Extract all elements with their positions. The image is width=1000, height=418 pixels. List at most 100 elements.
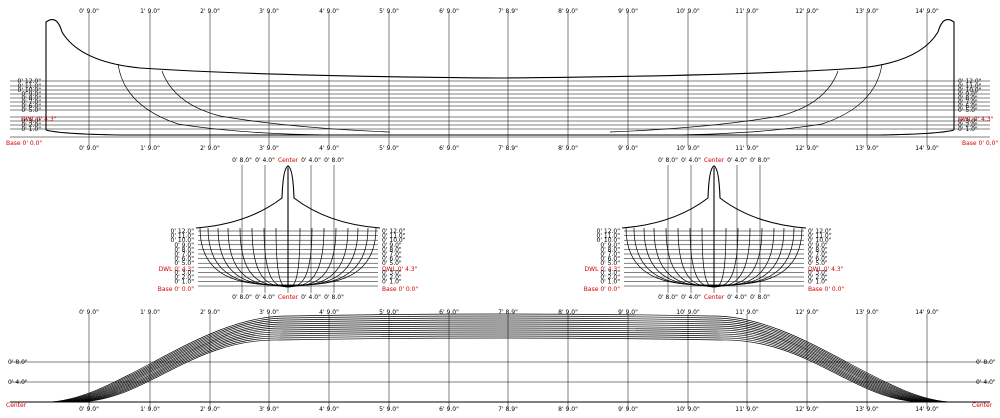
offset-label: 0' 4.0" [255,294,275,301]
offset-label: 0' 8.0" [658,157,678,164]
body-plan-right: 0' 8.0" 0' 4.0" Center 0' 4.0" 0' 8.0"0' 8.0… [584,157,845,301]
offset-label: 0' 8.0" [324,157,344,164]
station-label: 0' 9.0" [79,8,99,15]
profile-waterline-labels-left: 0' 12.0"0' 11.0"0' 10.0"0' 9.0"0' 8.0"0'… [6,78,57,147]
offset-label: 0' 8.0" [658,294,678,301]
station-label: 14' 9.0" [915,406,939,413]
offset-label: 0' 8.0" [750,294,770,301]
waterline-curve [63,327,937,403]
center-label: Center [704,294,725,301]
center-label: Center [704,157,725,164]
offset-label: 0' 4.0" [976,379,996,386]
station-label: 11' 9.0" [735,145,759,152]
base-label: Base 0' 0.0" [158,286,194,293]
station-label: 13' 9.0" [855,8,879,15]
station-label: 7' 8.9" [498,145,518,152]
station-label: 3' 9.0" [259,309,279,316]
station-label: 8' 9.0" [558,406,578,413]
waterline-label: 0' 1.0" [958,126,978,133]
station-label: 9' 9.0" [618,145,638,152]
offset-label: 0' 4.0" [727,294,747,301]
station-label: 3' 9.0" [259,406,279,413]
offset-label: 0' 4.0" [255,157,275,164]
waterline-label: 0' 1.0" [174,279,194,286]
station-label: 10' 9.0" [676,406,700,413]
lines-drawing: 0' 9.0" 1' 9.0" 2' 9.0" 3' 9.0" 4' 9.0" 5' 9.… [6,8,998,413]
station-label: 8' 9.0" [558,8,578,15]
station-label: 10' 9.0" [676,8,700,15]
station-label: 12' 9.0" [795,8,819,15]
station-label: 8' 9.0" [558,145,578,152]
center-label: Center [278,157,299,164]
profile-station-labels-top: 0' 9.0" 1' 9.0" 2' 9.0" 3' 9.0" 4' 9.0" 5' 9.… [79,8,939,15]
plan-view: 0' 9.0" 0' 9.0" 1' 9.0" 1' 9.0" 2' 9.0" 2' 9.… [6,309,996,413]
station-label: 4' 9.0" [319,145,339,152]
station-label: 1' 9.0" [140,145,160,152]
offset-label: 0' 8.0" [976,359,996,366]
center-label: Center [6,402,27,409]
waterline-curve [45,313,955,403]
station-label: 6' 9.0" [439,145,459,152]
station-label: 11' 9.0" [735,8,759,15]
station-label: 14' 9.0" [915,8,939,15]
base-label: Base 0' 0.0" [962,140,998,147]
station-label: 12' 9.0" [795,406,819,413]
station-label: 7' 8.9" [498,406,518,413]
offset-label: 0' 8.0" [232,294,252,301]
profile-waterline-labels-right: 0' 12.0"0' 11.0"0' 10.0"0' 9.0"0' 8.0"0'… [958,78,998,147]
offset-label: 0' 4.0" [301,294,321,301]
offset-label: 0' 8.0" [324,294,344,301]
center-label: Center [972,402,993,409]
center-label: Center [278,294,299,301]
station-label: 9' 9.0" [618,8,638,15]
waterline-label: 0' 5.0" [21,107,41,114]
station-label: 6' 9.0" [439,406,459,413]
offset-label: 0' 8.0" [232,157,252,164]
waterline-curve [73,335,927,403]
waterline-label: 0' 5.0" [958,107,978,114]
base-label: Base 0' 0.0" [6,140,42,147]
station-label: 2' 9.0" [200,145,220,152]
station-label: 0' 9.0" [79,145,99,152]
body-plan-sections [621,165,807,288]
station-label: 2' 9.0" [200,8,220,15]
station-label: 5' 9.0" [379,8,399,15]
plan-waterlines [45,313,955,403]
buttock-line [161,70,391,133]
buttock-line [609,70,839,133]
station-label: 13' 9.0" [855,406,879,413]
station-label: 11' 9.0" [735,406,759,413]
offset-label: 0' 4.0" [681,294,701,301]
offset-label: 0' 4.0" [727,157,747,164]
station-label: 8' 9.0" [558,309,578,316]
keel-line [45,129,955,136]
station-label: 3' 9.0" [259,145,279,152]
waterline-label: 0' 1.0" [600,279,620,286]
station-label: 14' 9.0" [915,145,939,152]
offset-label: 0' 8.0" [750,157,770,164]
offset-label: 0' 4.0" [8,379,28,386]
station-label: 3' 9.0" [259,8,279,15]
station-label: 11' 9.0" [735,309,759,316]
station-label: 12' 9.0" [795,309,819,316]
station-label: 4' 9.0" [319,309,339,316]
base-label: Base 0' 0.0" [382,286,418,293]
plan-labels: 0' 9.0" 0' 9.0" 1' 9.0" 1' 9.0" 2' 9.0" 2' 9.… [6,309,996,413]
profile-grid [10,12,990,146]
base-label: Base 0' 0.0" [584,286,620,293]
waterline-label: 0' 1.0" [21,126,41,133]
body-plan-left: 0' 8.0" 0' 4.0" Center 0' 4.0" 0' 8.0"0' 8.0… [158,157,419,301]
waterline-curve [65,329,935,403]
waterline-curve [70,333,930,403]
station-label: 5' 9.0" [379,406,399,413]
sheer-line [45,19,955,130]
station-label: 13' 9.0" [855,309,879,316]
station-label: 1' 9.0" [140,309,160,316]
profile-station-labels-bottom: 0' 9.0" 1' 9.0" 2' 9.0" 3' 9.0" 4' 9.0" 5' 9.… [79,145,939,152]
waterline-label: 0' 1.0" [808,279,828,286]
body-plan-sections [195,165,381,288]
station-label: 12' 9.0" [795,145,819,152]
station-label: 10' 9.0" [676,309,700,316]
station-label: 2' 9.0" [200,406,220,413]
offset-label: 0' 8.0" [8,359,28,366]
